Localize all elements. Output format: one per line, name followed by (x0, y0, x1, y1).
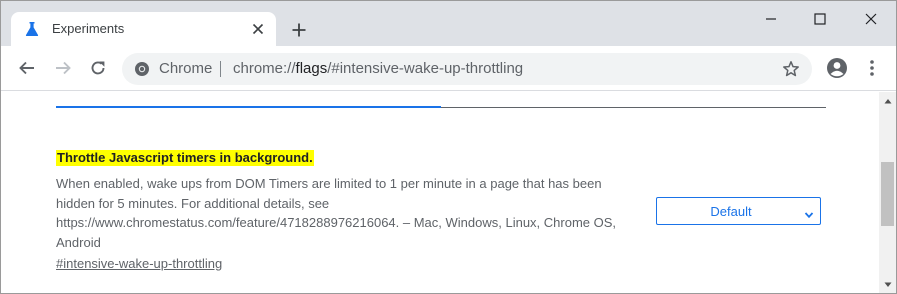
new-tab-button[interactable] (287, 18, 311, 42)
forward-arrow-icon (56, 61, 71, 75)
url-text[interactable]: chrome://flags/#intensive-wake-up-thrott… (233, 60, 523, 78)
scroll-thumb[interactable] (881, 162, 894, 226)
maximize-icon (814, 13, 826, 25)
kebab-menu-icon (870, 60, 874, 76)
minimize-button[interactable] (756, 5, 786, 33)
minimize-icon (766, 18, 776, 20)
account-icon (827, 58, 847, 78)
flag-permalink[interactable]: #intensive-wake-up-throttling (56, 256, 222, 272)
back-button[interactable] (15, 56, 39, 80)
menu-button[interactable] (860, 56, 884, 80)
url-prefix: chrome:// (233, 60, 296, 77)
maximize-button[interactable] (805, 5, 835, 33)
flask-icon (23, 20, 41, 38)
back-arrow-icon (19, 61, 34, 75)
scroll-down-arrow-icon[interactable] (879, 276, 896, 293)
omnibox-separator (220, 61, 221, 77)
plus-icon (292, 23, 306, 37)
forward-button[interactable] (51, 56, 75, 80)
omnibox-chip: Chrome (159, 60, 213, 77)
reload-icon (91, 61, 105, 75)
close-icon (865, 13, 877, 25)
flag-title: Throttle Javascript timers in background… (56, 150, 314, 166)
tab-experiments[interactable]: Experiments (11, 12, 276, 46)
tab-title: Experiments (52, 21, 125, 36)
url-path: /#intensive-wake-up-throttling (327, 60, 524, 77)
chrome-icon (134, 61, 150, 77)
reload-button[interactable] (86, 56, 110, 80)
window-close-button[interactable] (856, 5, 886, 33)
flag-description: When enabled, wake ups from DOM Timers a… (56, 176, 617, 250)
browser-window: Experiments Chrome chrome://flags/#inten… (0, 0, 897, 294)
url-host: flags (295, 60, 328, 77)
page-content: Throttle Javascript timers in background… (1, 92, 879, 293)
profile-button[interactable] (825, 56, 849, 80)
active-tab-indicator (56, 106, 441, 108)
bookmark-star-icon[interactable] (782, 60, 800, 78)
flag-state-select[interactable]: Default (656, 197, 821, 225)
tab-close-icon[interactable] (248, 19, 268, 39)
select-value: Default (710, 204, 752, 219)
chevron-down-icon (804, 207, 814, 219)
toolbar: Chrome chrome://flags/#intensive-wake-up… (1, 46, 896, 91)
scroll-up-arrow-icon[interactable] (879, 92, 896, 109)
address-bar[interactable]: Chrome chrome://flags/#intensive-wake-up… (122, 53, 812, 85)
vertical-scrollbar[interactable] (879, 92, 896, 293)
tab-strip: Experiments (1, 1, 896, 46)
